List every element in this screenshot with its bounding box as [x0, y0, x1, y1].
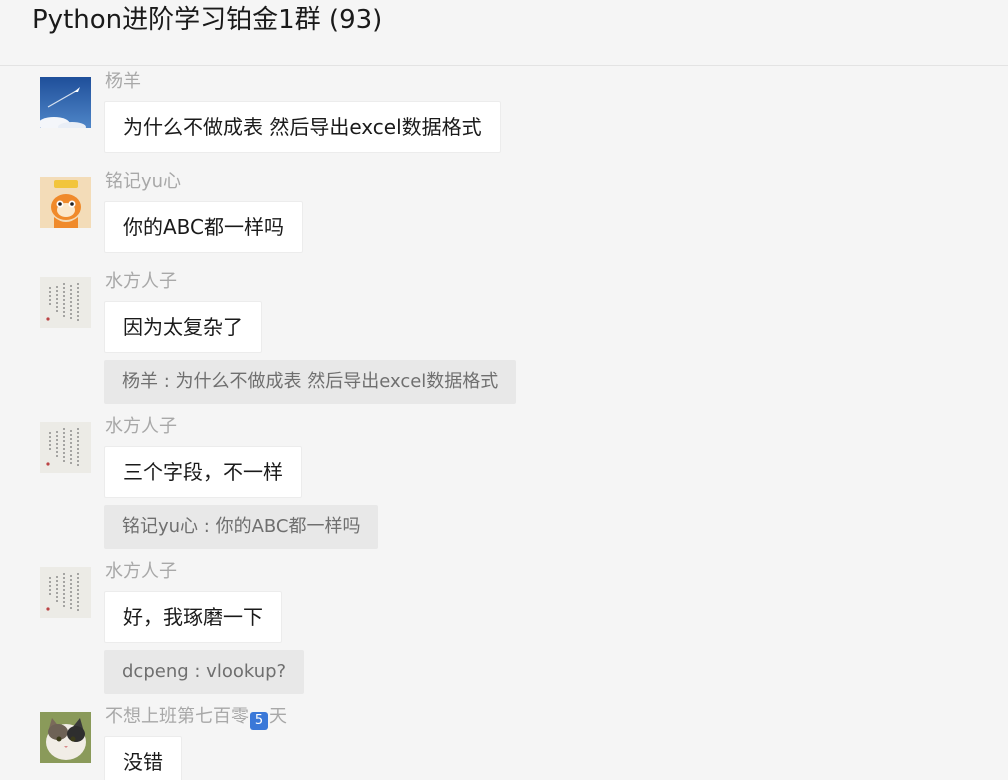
message-bubble[interactable]: 你的ABC都一样吗 — [104, 201, 304, 253]
keycap-number-badge: 5 — [250, 712, 268, 730]
message-bubble[interactable]: 因为太复杂了 — [104, 301, 262, 353]
sender-name: 杨羊 — [105, 71, 141, 92]
quoted-reply[interactable]: dcpeng : vlookup? — [104, 650, 305, 694]
cartoon-tiger-avatar[interactable] — [40, 177, 91, 228]
quoted-reply[interactable]: 杨羊 : 为什么不做成表 然后导出excel数据格式 — [104, 360, 517, 404]
calligraphy-avatar[interactable] — [40, 567, 91, 618]
message-bubble[interactable]: 三个字段，不一样 — [104, 446, 302, 498]
message-bubble[interactable]: 好，我琢磨一下 — [104, 591, 282, 643]
calligraphy-avatar[interactable] — [40, 422, 91, 473]
group-title: Python进阶学习铂金1群 (93) — [32, 5, 383, 35]
sender-name: 水方人子 — [105, 271, 177, 292]
cat-avatar[interactable] — [40, 712, 91, 763]
message-list[interactable]: 杨羊 为什么不做成表 然后导出excel数据格式 铭记yu心 你的ABC都一样吗 — [0, 66, 1008, 780]
message-bubble[interactable]: 没错 — [104, 736, 182, 780]
sender-name: 不想上班第七百零 5 天 — [105, 704, 287, 730]
sender-name: 水方人子 — [105, 416, 177, 437]
sender-name: 铭记yu心 — [105, 171, 182, 192]
chat-header: Python进阶学习铂金1群 (93) — [0, 0, 1008, 66]
sender-name-text: 不想上班第七百零 — [105, 706, 249, 727]
quoted-reply[interactable]: 铭记yu心 : 你的ABC都一样吗 — [104, 505, 379, 549]
message-bubble[interactable]: 为什么不做成表 然后导出excel数据格式 — [104, 101, 501, 153]
airplane-sky-avatar[interactable] — [40, 77, 91, 128]
calligraphy-avatar[interactable] — [40, 277, 91, 328]
sender-name: 水方人子 — [105, 561, 177, 582]
sender-name-suffix: 天 — [269, 706, 287, 727]
